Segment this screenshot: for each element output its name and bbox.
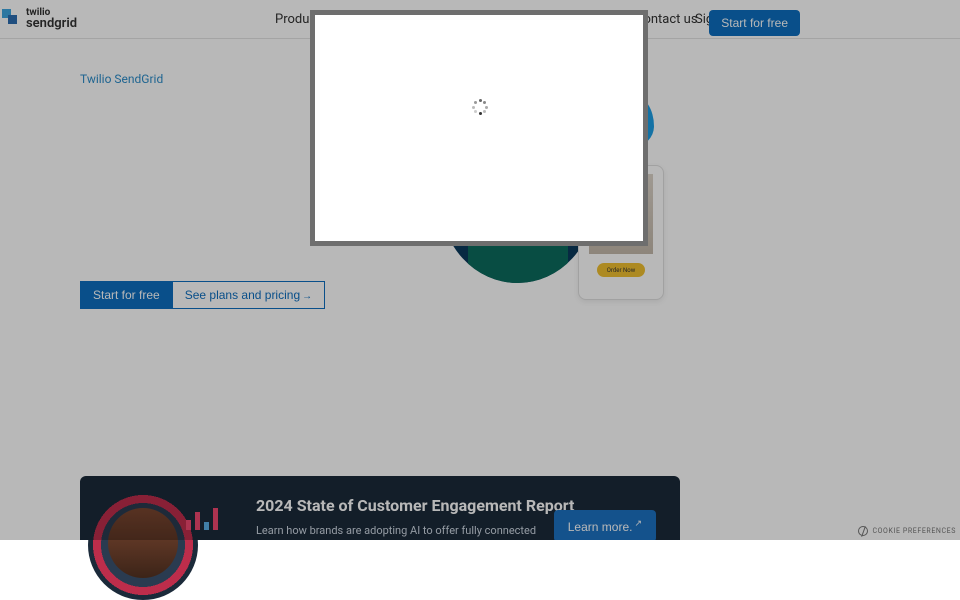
loading-spinner-icon (472, 99, 488, 115)
loading-modal (315, 15, 643, 241)
